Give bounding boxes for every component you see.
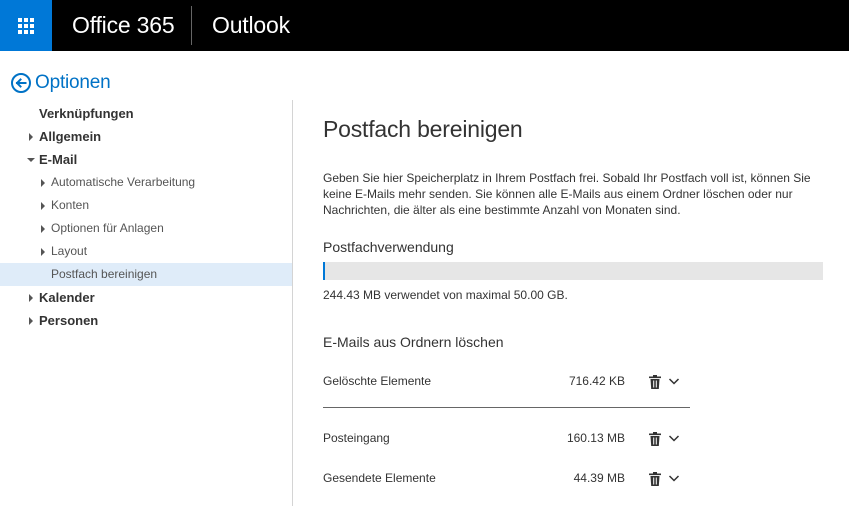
nav-item[interactable]: Konten <box>0 194 292 217</box>
folders-section-title: E-Mails aus Ordnern löschen <box>323 334 504 350</box>
caret-right-icon[interactable] <box>29 294 33 302</box>
nav-item[interactable]: Personen <box>0 309 292 332</box>
back-to-options-button[interactable]: Optionen <box>11 72 111 94</box>
folder-row: Gesendete Elemente 44.39 MB <box>323 469 690 489</box>
folder-name: Posteingang <box>323 431 390 445</box>
nav-item-label: Postfach bereinigen <box>51 267 158 281</box>
nav-item[interactable]: Kalender <box>0 286 292 309</box>
waffle-icon <box>18 17 34 34</box>
chevron-down-icon[interactable] <box>668 375 680 387</box>
nav-item-label: Kalender <box>39 290 95 305</box>
caret-right-icon[interactable] <box>29 133 33 141</box>
folder-row-separator <box>323 407 690 408</box>
folder-size: 44.39 MB <box>573 471 625 485</box>
chevron-down-icon[interactable] <box>668 432 680 444</box>
nav-item-label: Konten <box>51 198 90 212</box>
caret-right-icon[interactable] <box>41 225 45 233</box>
usage-section-title: Postfachverwendung <box>323 239 454 255</box>
page-description: Geben Sie hier Speicherplatz in Ihrem Po… <box>323 171 811 217</box>
folder-row: Posteingang 160.13 MB <box>323 429 690 449</box>
app-launcher-button[interactable] <box>0 0 52 51</box>
nav-item[interactable]: Verknüpfungen <box>0 102 292 125</box>
nav-item[interactable]: E-Mail <box>0 148 292 171</box>
nav-item[interactable]: Layout <box>0 240 292 263</box>
caret-down-icon[interactable] <box>27 158 35 162</box>
nav-item-label: Verknüpfungen <box>39 106 134 121</box>
caret-right-icon[interactable] <box>29 317 33 325</box>
usage-progress-fill <box>323 262 326 280</box>
top-bar: Office 365 Outlook <box>0 0 849 51</box>
nav-item[interactable]: Optionen für Anlagen <box>0 217 292 240</box>
nav-separator <box>292 100 293 506</box>
page-title: Postfach bereinigen <box>323 116 523 142</box>
caret-right-icon[interactable] <box>41 179 45 187</box>
nav-item-label: Optionen für Anlagen <box>51 221 164 235</box>
folder-size: 716.42 KB <box>568 374 625 388</box>
back-arrow-icon <box>11 73 31 93</box>
trash-icon[interactable] <box>649 432 661 446</box>
nav-item-label: Automatische Verarbeitung <box>51 175 196 189</box>
trash-icon[interactable] <box>649 472 661 486</box>
folder-name: Gelöschte Elemente <box>323 374 432 388</box>
chevron-down-icon[interactable] <box>668 472 680 484</box>
usage-text: 244.43 MB verwendet von maximal 50.00 GB… <box>323 288 568 302</box>
usage-progress-bar <box>323 262 823 280</box>
header-divider <box>191 6 192 45</box>
folder-name: Gesendete Elemente <box>323 471 436 485</box>
folder-size: 160.13 MB <box>566 431 625 445</box>
app-title[interactable]: Outlook <box>212 12 290 39</box>
nav-item[interactable]: Allgemein <box>0 125 292 148</box>
brand-title[interactable]: Office 365 <box>72 12 175 39</box>
nav-item-label: E-Mail <box>39 152 78 167</box>
caret-right-icon[interactable] <box>41 202 45 210</box>
nav-item-label: Allgemein <box>39 129 102 144</box>
caret-right-icon[interactable] <box>41 248 45 256</box>
folder-row: Gelöschte Elemente 716.42 KB <box>323 372 690 392</box>
trash-icon[interactable] <box>649 375 661 389</box>
options-nav: Verknüpfungen Allgemein E-Mail Automatische… <box>0 102 292 332</box>
nav-item-label: Personen <box>39 313 99 328</box>
back-label: Optionen <box>35 72 111 93</box>
nav-item[interactable]: Automatische Verarbeitung <box>0 171 292 194</box>
nav-item[interactable]: Postfach bereinigen <box>0 263 292 286</box>
nav-item-label: Layout <box>51 244 88 258</box>
